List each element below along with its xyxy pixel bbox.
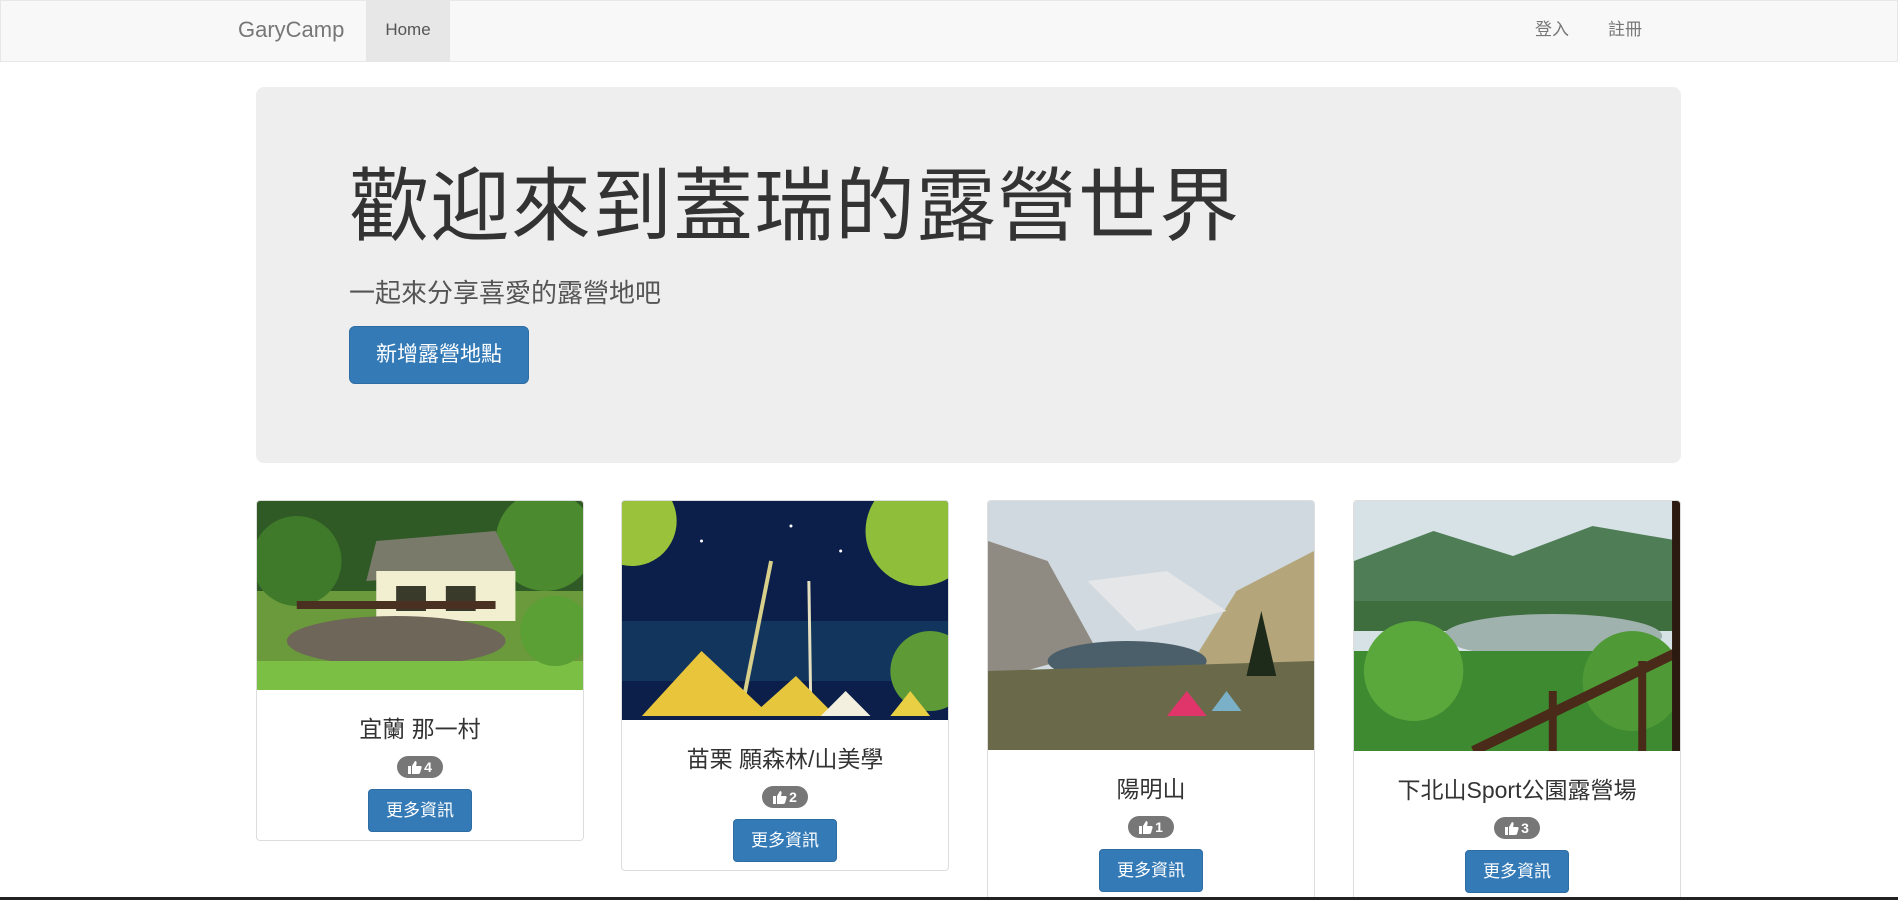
likes-count: 1 [1155, 819, 1163, 835]
hero-subtitle: 一起來分享喜愛的露營地吧 [349, 278, 662, 308]
likes-count: 4 [424, 759, 432, 775]
thumbs-up-icon [1505, 819, 1519, 841]
likes-count: 2 [789, 789, 797, 805]
cabin-photo[interactable] [257, 501, 583, 690]
likes-badge: 1 [1128, 816, 1174, 838]
card-title: 下北山Sport公園露營場 [1397, 777, 1637, 803]
hero-title: 歡迎來到蓋瑞的露營世界 [349, 160, 1240, 253]
likes-badge: 2 [762, 786, 808, 808]
more-info-button[interactable]: 更多資訊 [733, 819, 837, 862]
likes-badge: 4 [397, 756, 443, 778]
more-info-button[interactable]: 更多資訊 [1465, 850, 1569, 893]
nav-login[interactable]: 登入 [1535, 1, 1569, 61]
mountain-lake-tents-photo[interactable] [988, 501, 1314, 750]
jumbotron: 歡迎來到蓋瑞的露營世界 一起來分享喜愛的露營地吧 新增露營地點 [256, 87, 1681, 463]
thumbs-up-icon [408, 758, 422, 780]
likes-count: 3 [1521, 820, 1529, 836]
nav-register[interactable]: 註冊 [1608, 1, 1642, 61]
likes-badge: 3 [1494, 817, 1540, 839]
card-title: 宜蘭 那一村 [359, 716, 481, 742]
campground-card: 陽明山 1 更多資訊 [987, 500, 1315, 900]
nav-home[interactable]: Home [366, 1, 450, 61]
card-title: 苗栗 願森林/山美學 [686, 746, 884, 772]
lake-view-railing-photo[interactable] [1354, 501, 1680, 751]
card-title: 陽明山 [1116, 776, 1186, 802]
more-info-button[interactable]: 更多資訊 [368, 789, 472, 832]
night-tents-photo[interactable] [622, 501, 948, 720]
navbar: GaryCamp Home 登入 註冊 [0, 0, 1898, 62]
add-campground-button[interactable]: 新增露營地點 [349, 326, 529, 384]
more-info-button[interactable]: 更多資訊 [1099, 849, 1203, 892]
brand-link[interactable]: GaryCamp [238, 1, 344, 61]
thumbs-up-icon [1139, 818, 1153, 840]
thumbs-up-icon [773, 788, 787, 810]
campground-card: 苗栗 願森林/山美學 2 更多資訊 [621, 500, 949, 871]
campground-card: 下北山Sport公園露營場 3 更多資訊 [1353, 500, 1681, 900]
campground-card: 宜蘭 那一村 4 更多資訊 [256, 500, 584, 841]
